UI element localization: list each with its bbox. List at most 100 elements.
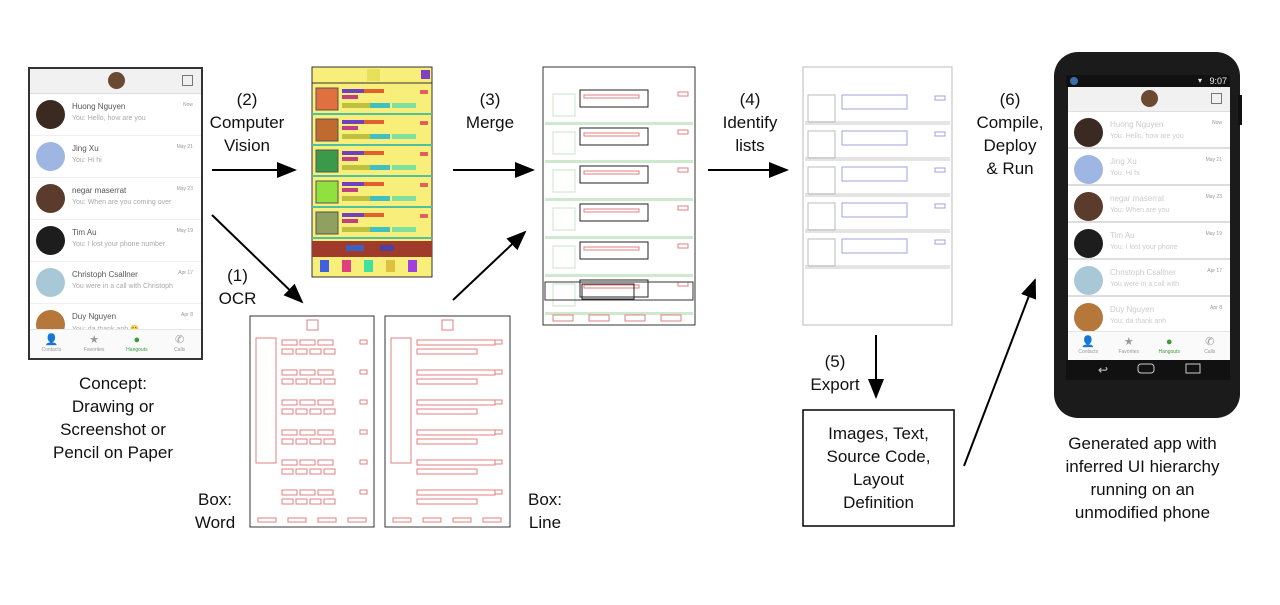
concept-caption: Concept: Drawing or Screenshot or Pencil… [52,374,174,462]
box [545,160,693,163]
contact-list-item[interactable]: Christoph Csallner You were in a call wit… [30,262,201,304]
contact-avatar [36,142,65,171]
box [421,70,430,79]
contact-date: Apr 17 [1207,268,1222,274]
tab-favorites[interactable]: ★ Favorites [73,330,116,358]
step-ocr-label: (1) OCR [218,266,257,308]
tab-hangouts[interactable]: ● Hangouts [116,330,159,358]
step-compile-label: (6) Compile, Deploy & Run [976,90,1044,178]
contact-message: You were in a call with [1110,281,1180,288]
contact-list-item[interactable]: Duy Nguyen You: da thank anh Apr 8 [1068,297,1230,334]
box [315,149,339,173]
tab-favorites[interactable]: ★ Favorites [1109,332,1150,360]
box [370,134,390,139]
box-word-caption: Box: Word [194,490,236,532]
contact-avatar [36,226,65,255]
step-export-label: (5) Export [810,352,860,394]
box [545,236,693,239]
avatar [107,72,125,89]
contact-name: Duy Nguyen [1110,305,1155,314]
phone-icon: ✆ [1205,336,1215,348]
star-icon: ★ [1123,336,1134,348]
contact-message: You: When are you [1110,207,1170,214]
box [370,227,390,232]
box [370,103,390,108]
box [315,118,339,142]
contact-name: Jing Xu [72,144,99,153]
avatar [1141,90,1158,107]
step-computer-vision-label: (2) Computer Vision [209,90,285,155]
box [342,227,370,232]
hangouts-icon: ● [133,334,141,346]
box [364,120,384,124]
box [342,134,370,139]
tab-contacts[interactable]: 👤 Contacts [30,330,73,358]
box [312,144,432,146]
step-identify-lists-label: (4) Identify lists [722,90,778,155]
status-time: 9:07 [1209,76,1227,86]
contact-avatar [1074,155,1103,184]
contact-list-item[interactable]: Tim Au You: I lost your phone May 19 [1068,223,1230,260]
contact-message: You: Hello, how are you [1110,133,1184,140]
box [312,206,432,208]
box [342,260,351,272]
box [312,237,432,239]
box [420,152,428,156]
tab-calls[interactable]: ✆ Calls [1190,332,1231,360]
tab-label: Contacts [1078,349,1099,355]
ocr-word-panel [249,315,375,528]
box [392,165,416,170]
box [312,175,432,177]
contact-list-item[interactable]: Huong Nguyen You: Hello, how are you Now [30,94,201,136]
box [420,90,428,94]
contact-list-item[interactable]: Jing Xu You: Hi hi May 21 [30,136,201,178]
box [342,95,358,99]
box [367,69,380,81]
contact-date: May 19 [1205,231,1222,237]
contact-date: May 21 [176,144,193,150]
contact-name: Huong Nguyen [1110,120,1164,129]
box [312,241,432,257]
box [342,182,364,186]
tab-contacts[interactable]: 👤 Contacts [1068,332,1109,360]
contact-date: Apr 8 [1210,305,1222,311]
contact-avatar [36,268,65,297]
contact-date: Now [1211,120,1222,126]
contact-list-item[interactable]: Huong Nguyen You: Hello, how are you Now [1068,112,1230,149]
box [386,260,395,272]
hangouts-icon: ● [1165,336,1173,348]
box [392,196,416,201]
contact-list-item[interactable]: negar maserrat You: When are you May 23 [1068,186,1230,223]
box [364,89,384,93]
contact-date: May 23 [176,186,193,192]
contact-avatar [36,184,65,213]
box [346,245,364,251]
contact-list-item[interactable]: Christoph Csallner You were in a call wit… [1068,260,1230,297]
contact-avatar [1074,192,1103,221]
contact-date: May 21 [1205,157,1222,163]
box [342,196,370,201]
contact-list-item[interactable]: Tim Au You: I lost your phone number May 1… [30,220,201,262]
ocr-line-panel [384,315,511,528]
contact-list-item[interactable]: negar maserrat You: When are you coming o… [30,178,201,220]
box [342,188,358,192]
step-merge-label: (3) Merge [465,90,515,132]
box [364,213,384,217]
contact-name: negar maserrat [72,186,127,195]
box [545,274,693,277]
box [315,87,339,111]
contact-list-item[interactable]: Jing Xu You: Hi hi May 21 [1068,149,1230,186]
concept-screenshot: Huong Nguyen You: Hello, how are you Now Ji… [28,67,203,360]
tab-calls[interactable]: ✆ Calls [158,330,201,358]
box [364,260,373,272]
notification-icon [1070,77,1078,85]
contact-avatar [1074,118,1103,147]
box [342,157,358,161]
box [342,103,370,108]
tab-hangouts[interactable]: ● Hangouts [1149,332,1190,360]
box [342,151,364,155]
box [420,214,428,218]
export-output-text: Images, Text, Source Code, Layout Defini… [826,424,931,512]
box [320,260,329,272]
tab-label: Hangouts [1158,349,1180,355]
